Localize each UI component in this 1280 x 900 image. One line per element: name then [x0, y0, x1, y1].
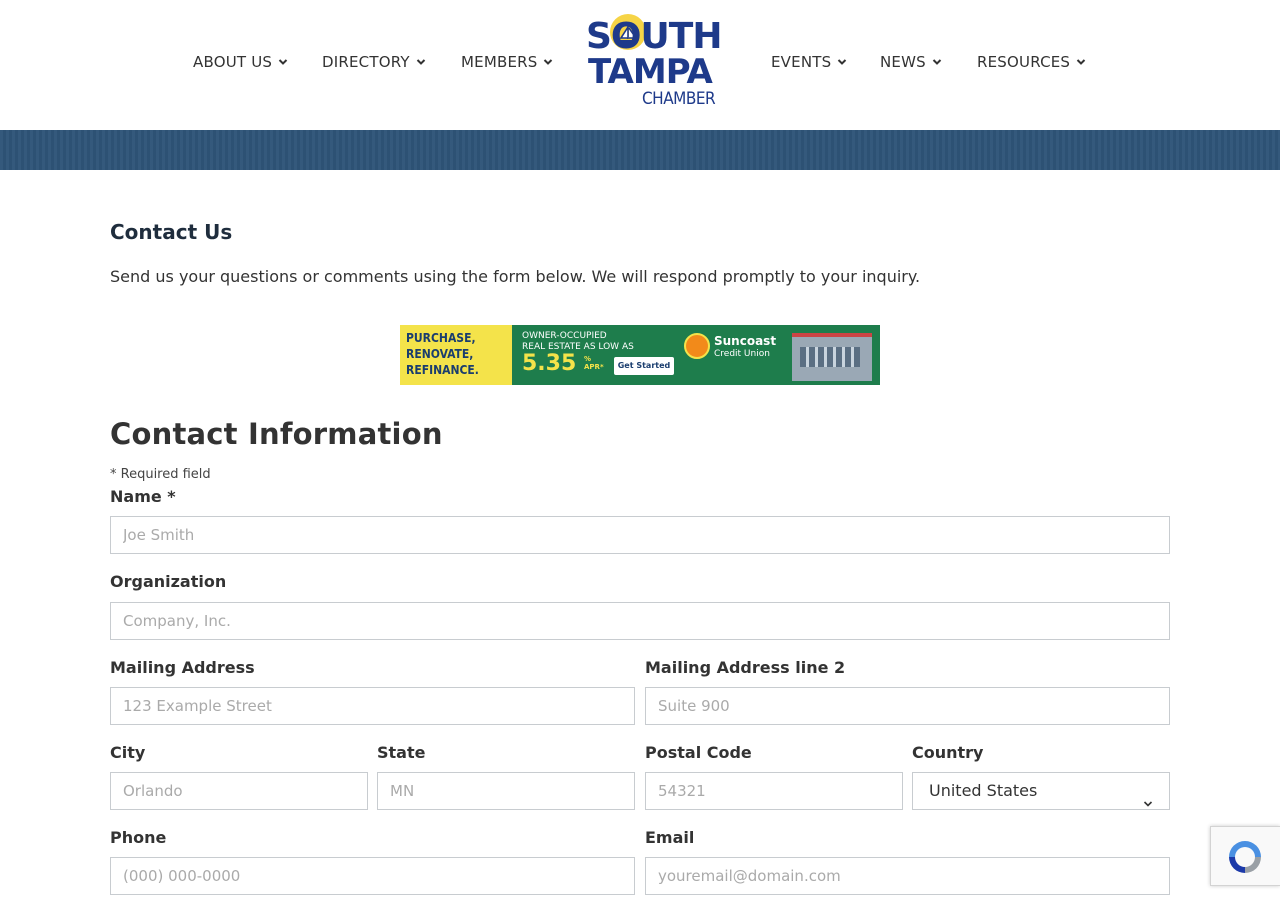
logo-line-tampa: TAMPA: [588, 52, 713, 92]
nav-about-us-label: ABOUT US: [193, 53, 273, 71]
city-label: City: [110, 743, 146, 762]
nav-events[interactable]: EVENTS: [771, 53, 847, 71]
nav-members[interactable]: MEMBERS: [461, 53, 553, 71]
suncoast-logo-icon: [684, 333, 710, 359]
recaptcha-badge[interactable]: [1210, 826, 1280, 886]
nav-news[interactable]: NEWS: [880, 53, 942, 71]
nav-news-label: NEWS: [880, 53, 926, 71]
chevron-down-icon: [416, 57, 426, 67]
banner-subtext: OWNER-OCCUPIED REAL ESTATE AS LOW AS: [522, 331, 634, 353]
banner-rate: 5.35: [522, 351, 577, 376]
banner-headline-3: REFINANCE.: [406, 363, 479, 377]
page-intro: Send us your questions or comments using…: [110, 267, 921, 286]
chevron-down-icon: [837, 57, 847, 67]
banner-brand-sub: Credit Union: [714, 349, 770, 359]
city-input[interactable]: [110, 772, 368, 810]
ad-banner[interactable]: PURCHASE, RENOVATE, REFINANCE. OWNER-OCC…: [400, 325, 880, 385]
mailing-address-2-input[interactable]: [645, 687, 1170, 725]
chevron-down-icon: [278, 57, 288, 67]
mailing-address-input[interactable]: [110, 687, 635, 725]
contact-info-title: Contact Information: [110, 417, 443, 451]
name-input[interactable]: [110, 516, 1170, 554]
page-title: Contact Us: [110, 220, 233, 244]
country-select[interactable]: United States: [912, 772, 1170, 810]
nav-about-us[interactable]: ABOUT US: [193, 53, 288, 71]
email-input[interactable]: [645, 857, 1170, 895]
nav-resources[interactable]: RESOURCES: [977, 53, 1086, 71]
country-select-value: United States: [929, 781, 1038, 800]
organization-input[interactable]: [110, 602, 1170, 640]
mailing-address-2-label: Mailing Address line 2: [645, 658, 846, 677]
banner-subtext-1: OWNER-OCCUPIED: [522, 331, 607, 341]
banner-headline-block: PURCHASE, RENOVATE, REFINANCE.: [400, 325, 512, 385]
phone-input[interactable]: [110, 857, 635, 895]
required-field-note: * Required field: [110, 467, 211, 482]
site-header: ABOUT US DIRECTORY MEMBERS SOUTH TAMPA C…: [0, 0, 1280, 130]
site-logo[interactable]: SOUTH TAMPA CHAMBER: [586, 14, 738, 112]
hero-band: [0, 130, 1280, 170]
state-label: State: [377, 743, 426, 762]
recaptcha-icon: [1229, 841, 1261, 873]
chevron-down-icon: [1076, 57, 1086, 67]
logo-line-south: SOUTH: [586, 16, 722, 57]
phone-label: Phone: [110, 828, 167, 847]
nav-members-label: MEMBERS: [461, 53, 538, 71]
banner-brand-name: Suncoast: [714, 334, 777, 348]
email-label: Email: [645, 828, 695, 847]
nav-events-label: EVENTS: [771, 53, 832, 71]
country-label: Country: [912, 743, 984, 762]
postal-code-label: Postal Code: [645, 743, 752, 762]
organization-label: Organization: [110, 572, 227, 591]
banner-rate-suffix: % APR*: [584, 355, 604, 371]
nav-resources-label: RESOURCES: [977, 53, 1071, 71]
logo-line-chamber: CHAMBER: [642, 89, 716, 109]
banner-headline-2: RENOVATE,: [406, 347, 474, 361]
building-image: [792, 333, 872, 381]
nav-directory-label: DIRECTORY: [322, 53, 410, 71]
banner-headline-1: PURCHASE,: [406, 331, 476, 345]
mailing-address-label: Mailing Address: [110, 658, 255, 677]
banner-get-started-button[interactable]: Get Started: [614, 357, 674, 375]
chevron-down-icon: [932, 57, 942, 67]
nav-directory[interactable]: DIRECTORY: [322, 53, 426, 71]
chevron-down-icon: [1143, 786, 1153, 807]
postal-code-input[interactable]: [645, 772, 903, 810]
state-input[interactable]: [377, 772, 635, 810]
chevron-down-icon: [543, 57, 553, 67]
name-label: Name *: [110, 487, 176, 506]
